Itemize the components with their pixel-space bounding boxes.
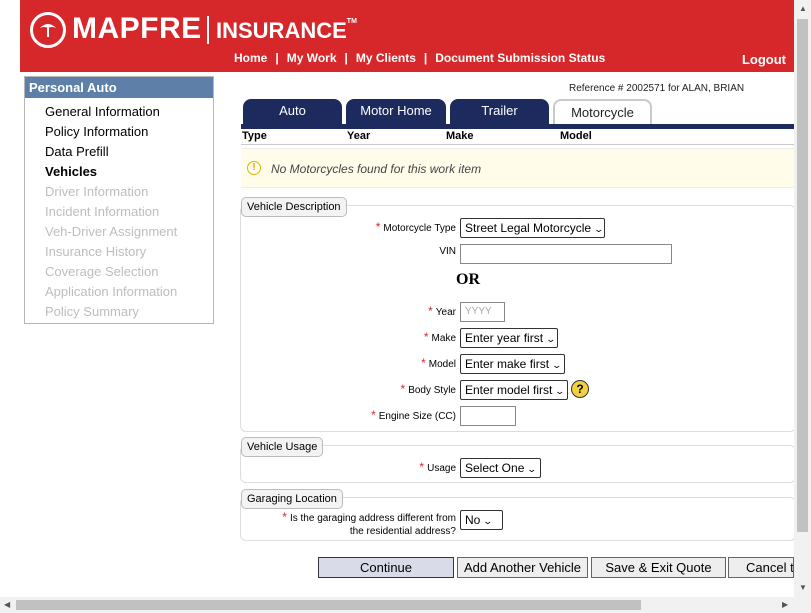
engine-size-input[interactable] [460,406,516,426]
column-header-type[interactable]: Type [242,130,267,142]
logout-link[interactable]: Logout [742,52,786,67]
tab-trailer[interactable]: Trailer [450,99,549,125]
vehicle-description-legend: Vehicle Description [241,197,347,217]
continue-button[interactable]: Continue [318,557,454,578]
reference-number: Reference # 2002571 for ALAN, BRIAN [569,83,745,94]
column-header-make[interactable]: Make [446,130,474,142]
nav-document-submission-link[interactable]: Document Submission Status [435,51,605,65]
make-label: * Make [423,330,456,344]
sidebar-item-data-prefill[interactable]: Data Prefill [45,142,213,162]
save-exit-quote-button[interactable]: Save & Exit Quote [591,557,726,578]
horizontal-scroll-thumb[interactable] [16,600,641,610]
sidebar-item-insurance-history: Insurance History [45,244,147,259]
sidebar: Personal Auto General Information Policy… [24,76,214,324]
tab-motor-home[interactable]: Motor Home [346,99,446,125]
motorcycle-type-select[interactable]: Street Legal Motorcycle ⌄ [460,218,605,238]
sidebar-item-general-information[interactable]: General Information [45,102,213,122]
add-another-vehicle-button[interactable]: Add Another Vehicle [457,557,588,578]
vehicle-usage-legend: Vehicle Usage [241,437,324,457]
tab-motorcycle[interactable]: Motorcycle [553,99,652,125]
top-navigation: Home | My Work | My Clients | Document Submiss… [234,51,606,65]
chevron-down-icon: ⌄ [526,464,538,474]
horizontal-scrollbar[interactable]: ◀ ▶ [0,597,794,613]
sidebar-item-policy-summary: Policy Summary [45,304,139,319]
body-style-select[interactable]: Enter model first ⌄ [460,380,568,400]
sidebar-item-application-information: Application Information [45,284,178,299]
brand-name: MAPFRE [72,12,202,45]
brand-subtitle: INSURANCETM [216,18,357,43]
vertical-scroll-thumb[interactable] [797,19,808,532]
usage-label: * Usage [419,460,456,474]
nav-my-clients-link[interactable]: My Clients [356,51,416,65]
make-select[interactable]: Enter year first ⌄ [460,328,558,348]
nav-my-work-link[interactable]: My Work [287,51,337,65]
motorcycle-type-label: * Motorcycle Type [375,220,456,234]
scroll-down-icon[interactable]: ▼ [799,583,807,592]
vin-label: VIN [439,246,456,257]
vertical-scrollbar[interactable]: ▲ ▼ [794,0,811,613]
empty-table-notice: ! No Motorcycles found for this work ite… [241,148,794,188]
usage-select[interactable]: Select One ⌄ [460,458,541,478]
scroll-right-icon[interactable]: ▶ [782,600,788,609]
scroll-left-icon[interactable]: ◀ [4,600,10,609]
app-header: MAPFRE INSURANCETM Home | My Work | My Clien… [20,0,794,72]
sidebar-item-driver-information: Driver Information [45,184,149,199]
engine-size-label: * Engine Size (CC) [371,408,456,422]
model-label: * Model [421,356,456,370]
sidebar-item-vehicles[interactable]: Vehicles [45,162,213,182]
empty-table-message: No Motorcycles found for this work item [271,162,482,176]
nav-home-link[interactable]: Home [234,51,267,65]
sidebar-item-veh-driver-assignment: Veh-Driver Assignment [45,224,178,239]
or-divider-text: OR [456,271,480,288]
mapfre-logo-icon [30,12,66,48]
sidebar-item-coverage-selection: Coverage Selection [45,264,159,279]
garaging-question-label: * Is the garaging address different from … [282,510,456,538]
sidebar-item-policy-information[interactable]: Policy Information [45,122,213,142]
help-icon[interactable]: ? [571,380,589,398]
vin-input[interactable] [460,244,672,264]
body-style-label: * Body Style [400,382,456,396]
garaging-different-select[interactable]: No ⌄ [460,510,503,530]
chevron-down-icon: ⌄ [554,386,566,396]
model-select[interactable]: Enter make first ⌄ [460,354,565,374]
garaging-location-legend: Garaging Location [241,489,343,509]
sidebar-item-incident-information: Incident Information [45,204,160,219]
column-header-model[interactable]: Model [560,130,592,142]
column-header-year[interactable]: Year [347,130,370,142]
chevron-down-icon: ⌄ [551,360,563,370]
year-input[interactable]: YYYY [460,302,505,322]
sidebar-title: Personal Auto [25,77,213,98]
chevron-down-icon: ⌄ [593,224,605,234]
logo-divider [207,16,209,44]
vehicle-table-header: Type Year Make Model [241,129,794,145]
scroll-up-icon[interactable]: ▲ [799,4,807,13]
tab-auto[interactable]: Auto [243,99,342,125]
chevron-down-icon: ⌄ [545,334,557,344]
year-label: * Year [428,304,456,318]
cancel-button[interactable]: Cancel t [728,557,794,578]
chevron-down-icon: ⌄ [482,516,494,526]
info-icon: ! [247,161,261,175]
